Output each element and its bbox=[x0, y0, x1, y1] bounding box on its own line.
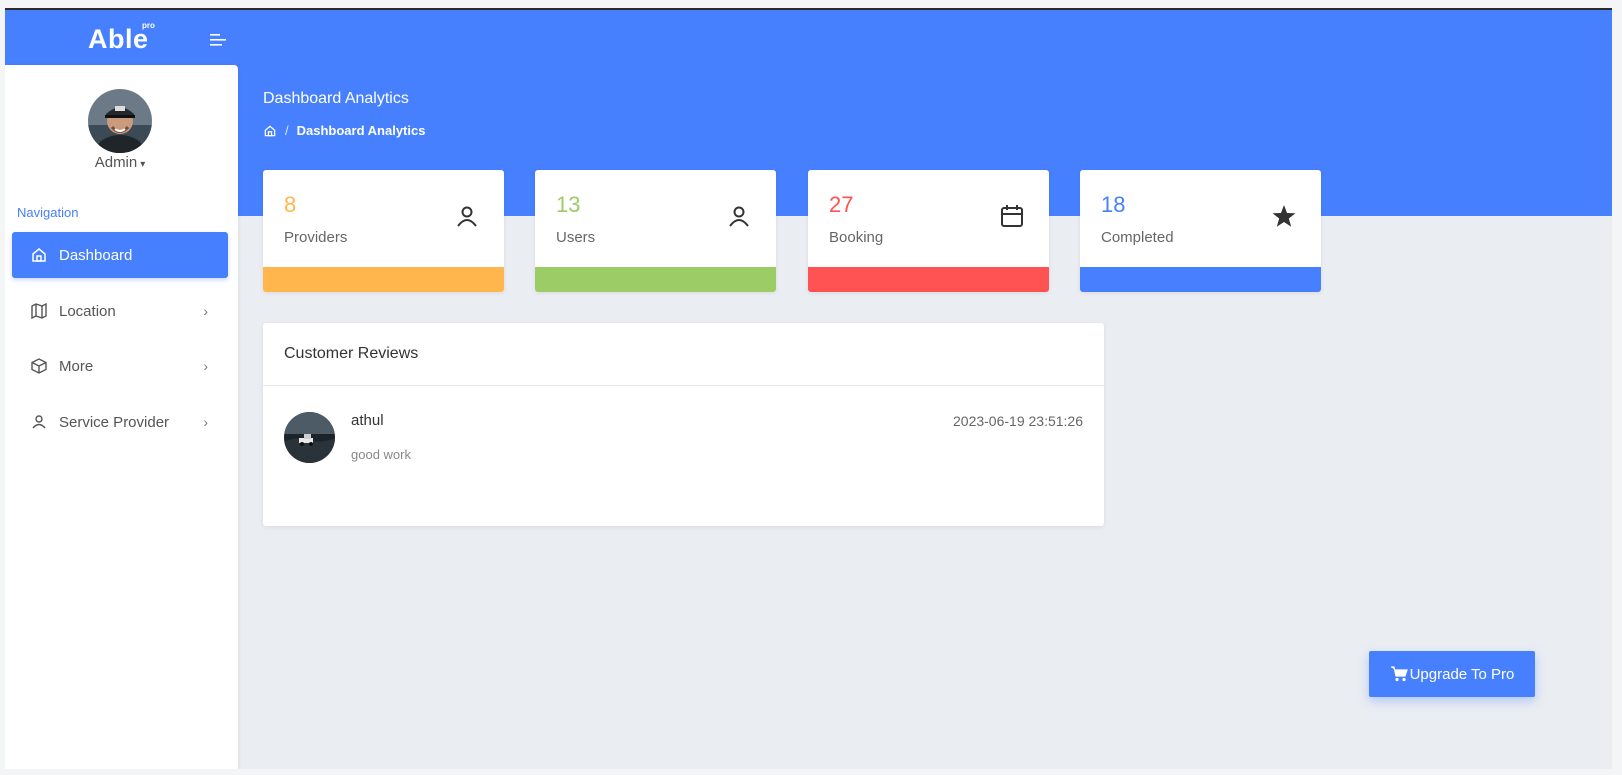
box-icon bbox=[30, 357, 48, 375]
sidebar-item-label: Location bbox=[59, 302, 116, 320]
chevron-right-icon: › bbox=[203, 414, 208, 430]
stat-bar bbox=[808, 267, 1049, 292]
page-title: Dashboard Analytics bbox=[263, 90, 409, 107]
breadcrumb-current: Dashboard Analytics bbox=[296, 123, 426, 138]
stat-label: Completed bbox=[1101, 229, 1174, 246]
stat-value: 27 bbox=[829, 192, 854, 217]
review-text: good work bbox=[351, 447, 411, 462]
upgrade-label: Upgrade To Pro bbox=[1409, 665, 1515, 683]
brand-logo[interactable]: Able bbox=[88, 24, 149, 55]
user-menu-toggle[interactable]: Admin ▾ bbox=[5, 154, 235, 171]
card-title: Customer Reviews bbox=[284, 345, 419, 362]
stat-value: 18 bbox=[1101, 192, 1126, 217]
sidebar-item-service-provider[interactable]: Service Provider › bbox=[12, 399, 228, 445]
user-icon bbox=[726, 203, 752, 229]
sidebar-item-dashboard[interactable]: Dashboard bbox=[12, 232, 228, 278]
cart-icon bbox=[1390, 666, 1408, 682]
sidebar-item-more[interactable]: More › bbox=[12, 343, 228, 389]
brand-logo-sup: pro bbox=[142, 21, 155, 30]
sidebar-item-location[interactable]: Location › bbox=[12, 288, 228, 334]
stat-value: 8 bbox=[284, 192, 297, 217]
app-frame: Able pro Admin ▾ Navigation Dashboard Lo… bbox=[5, 8, 1612, 769]
stat-value: 13 bbox=[556, 192, 581, 217]
breadcrumb: / Dashboard Analytics bbox=[263, 123, 425, 138]
stat-bar bbox=[535, 267, 776, 292]
upgrade-to-pro-button[interactable]: Upgrade To Pro bbox=[1369, 651, 1535, 697]
chevron-right-icon: › bbox=[203, 358, 208, 374]
stat-label: Providers bbox=[284, 229, 348, 246]
stat-card-providers: 8 Providers bbox=[263, 170, 504, 292]
user-icon bbox=[454, 203, 480, 229]
stat-label: Users bbox=[556, 229, 596, 246]
sidebar-item-label: More bbox=[59, 357, 94, 375]
sidebar-item-label: Dashboard bbox=[59, 246, 133, 264]
map-icon bbox=[30, 302, 48, 320]
home-icon[interactable] bbox=[263, 124, 277, 138]
star-icon bbox=[1271, 203, 1297, 229]
user-icon bbox=[30, 413, 48, 431]
sidebar-item-label: Service Provider bbox=[59, 413, 170, 431]
stat-card-booking: 27 Booking bbox=[808, 170, 1049, 292]
nav-heading: Navigation bbox=[17, 205, 79, 220]
stat-bar bbox=[1080, 267, 1321, 292]
breadcrumb-separator: / bbox=[285, 123, 289, 138]
calendar-icon bbox=[999, 203, 1025, 229]
stat-label: Booking bbox=[829, 229, 884, 246]
chevron-right-icon: › bbox=[203, 303, 208, 319]
caret-down-icon: ▾ bbox=[140, 159, 146, 170]
sidebar: Admin ▾ Navigation Dashboard Location › M… bbox=[5, 65, 238, 769]
stat-card-completed: 18 Completed bbox=[1080, 170, 1321, 292]
home-icon bbox=[30, 246, 48, 264]
customer-reviews-card: Customer Reviews athul good work 2023-06… bbox=[263, 323, 1104, 526]
stat-bar bbox=[263, 267, 504, 292]
divider bbox=[263, 385, 1104, 386]
reviewer-name: athul bbox=[351, 412, 384, 429]
menu-toggle-icon[interactable] bbox=[209, 32, 229, 48]
reviewer-avatar bbox=[284, 412, 335, 463]
user-name: Admin bbox=[94, 154, 138, 171]
user-avatar[interactable] bbox=[88, 89, 152, 153]
review-timestamp: 2023-06-19 23:51:26 bbox=[953, 413, 1083, 429]
stat-card-users: 13 Users bbox=[535, 170, 776, 292]
